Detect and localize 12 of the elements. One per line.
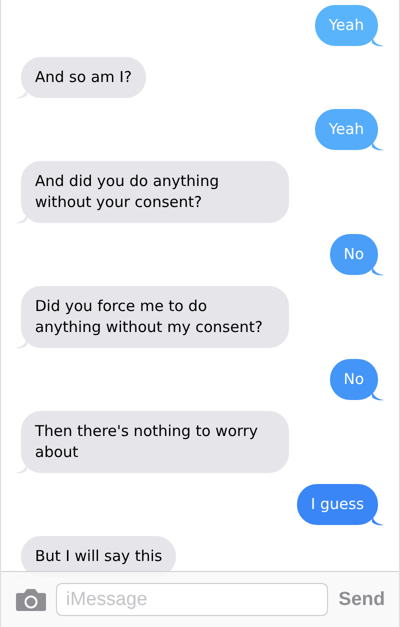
message-bubble: Yeah [314,5,378,46]
message-bubble: I guess [296,484,378,525]
message-bubble: And so am I? [21,57,146,98]
message-bubble: No [330,234,378,275]
send-button[interactable]: Send [336,588,385,610]
message-input-field[interactable]: iMessage [56,583,328,616]
message-bubble: Yeah [314,109,378,150]
camera-icon[interactable] [15,588,47,612]
message-bubble: Did you force me to do anything without my consent? [21,286,289,348]
message-bubble: And did you do anything without your consent? [21,161,289,223]
message-bubble: No [330,359,378,400]
message-bubble: Then there's nothing to worry about [21,411,289,473]
